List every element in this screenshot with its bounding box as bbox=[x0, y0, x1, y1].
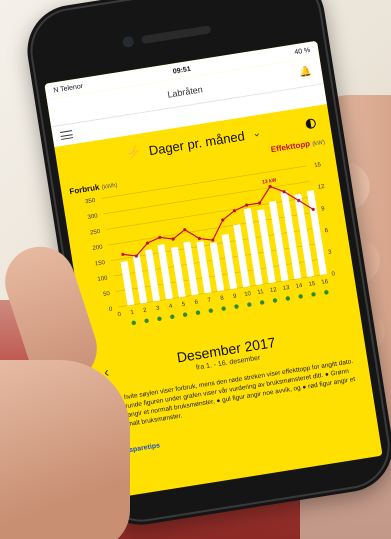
bolt-icon: ⚡ bbox=[125, 144, 143, 161]
pattern-indicator bbox=[157, 316, 162, 321]
header-spacer bbox=[59, 110, 71, 112]
x-tick-label: 16 bbox=[321, 279, 329, 286]
y-left-tick-label: 150 bbox=[95, 260, 106, 268]
y-left-tick-label: 200 bbox=[92, 244, 103, 252]
y-right-tick-label: 0 bbox=[331, 271, 336, 278]
y-right-tick-label: 3 bbox=[328, 249, 333, 256]
pattern-indicator bbox=[324, 290, 329, 295]
y-right-tick-label: 15 bbox=[314, 162, 322, 169]
x-tick-label: 14 bbox=[295, 283, 303, 290]
x-tick-label: 10 bbox=[244, 291, 252, 298]
y-left-tick-label: 50 bbox=[103, 291, 111, 298]
x-tick-label: 8 bbox=[220, 295, 225, 302]
pattern-indicator bbox=[131, 320, 136, 326]
pattern-indicator bbox=[208, 308, 214, 313]
peak-annotation: 13 kW bbox=[262, 177, 277, 185]
pattern-indicator bbox=[170, 314, 175, 319]
y-left-tick-label: 250 bbox=[90, 229, 101, 237]
y-left-tick-label: 100 bbox=[97, 275, 108, 283]
bell-icon[interactable]: 🔔 bbox=[298, 66, 312, 79]
peak-point bbox=[121, 252, 125, 256]
consumption-bar bbox=[209, 242, 225, 292]
x-tick-label: 6 bbox=[194, 299, 199, 306]
y-left-tick-label: 0 bbox=[109, 306, 114, 313]
x-tick-label: 3 bbox=[156, 306, 161, 313]
gridline bbox=[103, 181, 309, 215]
x-tick-label: 11 bbox=[257, 289, 265, 296]
chevron-down-icon: ⌄ bbox=[251, 127, 262, 140]
gridline bbox=[105, 196, 312, 230]
pattern-indicator bbox=[272, 298, 278, 303]
consumption-bar bbox=[170, 246, 186, 298]
consumption-bar bbox=[233, 224, 250, 288]
period-label: Dager pr. måned bbox=[147, 127, 246, 158]
pattern-indicator bbox=[259, 300, 265, 305]
consumption-bar bbox=[145, 249, 161, 302]
x-tick-label: 2 bbox=[143, 308, 148, 315]
legend-peak-unit: (kW) bbox=[311, 139, 326, 148]
x-tick-label: 15 bbox=[308, 281, 316, 288]
x-tick-label: 1 bbox=[130, 310, 135, 317]
menu-icon[interactable] bbox=[60, 130, 74, 140]
consumption-bar bbox=[132, 254, 148, 304]
y-left-tick-label: 300 bbox=[87, 213, 98, 221]
x-tick-label: 5 bbox=[181, 302, 186, 309]
left-hand bbox=[0, 360, 130, 539]
pattern-indicator bbox=[234, 304, 239, 309]
peak-point bbox=[158, 235, 162, 240]
y-left-tick-label: 350 bbox=[85, 198, 96, 206]
consumption-bar bbox=[120, 261, 135, 306]
pattern-indicator bbox=[285, 296, 291, 301]
peak-point bbox=[245, 203, 249, 207]
x-tick-label: 0 bbox=[117, 312, 122, 319]
consumption-bar bbox=[221, 233, 238, 290]
x-tick-label: 7 bbox=[207, 297, 212, 304]
pattern-indicator bbox=[182, 312, 188, 317]
pattern-indicator bbox=[247, 302, 252, 307]
pattern-indicator bbox=[311, 292, 316, 297]
pattern-indicator bbox=[221, 306, 226, 311]
pattern-indicator bbox=[195, 310, 201, 315]
x-tick-label: 9 bbox=[233, 293, 238, 300]
x-tick-label: 4 bbox=[169, 304, 174, 311]
pattern-indicator bbox=[298, 294, 303, 299]
consumption-bar bbox=[183, 241, 199, 296]
y-right-tick-label: 6 bbox=[324, 228, 329, 235]
consumption-bar bbox=[157, 244, 173, 300]
x-tick-label: 13 bbox=[283, 285, 291, 292]
x-tick-label: 12 bbox=[270, 287, 278, 294]
consumption-bar bbox=[196, 241, 212, 294]
pattern-indicator bbox=[144, 318, 149, 324]
y-right-tick-label: 12 bbox=[317, 184, 325, 191]
y-right-tick-label: 9 bbox=[321, 206, 326, 213]
